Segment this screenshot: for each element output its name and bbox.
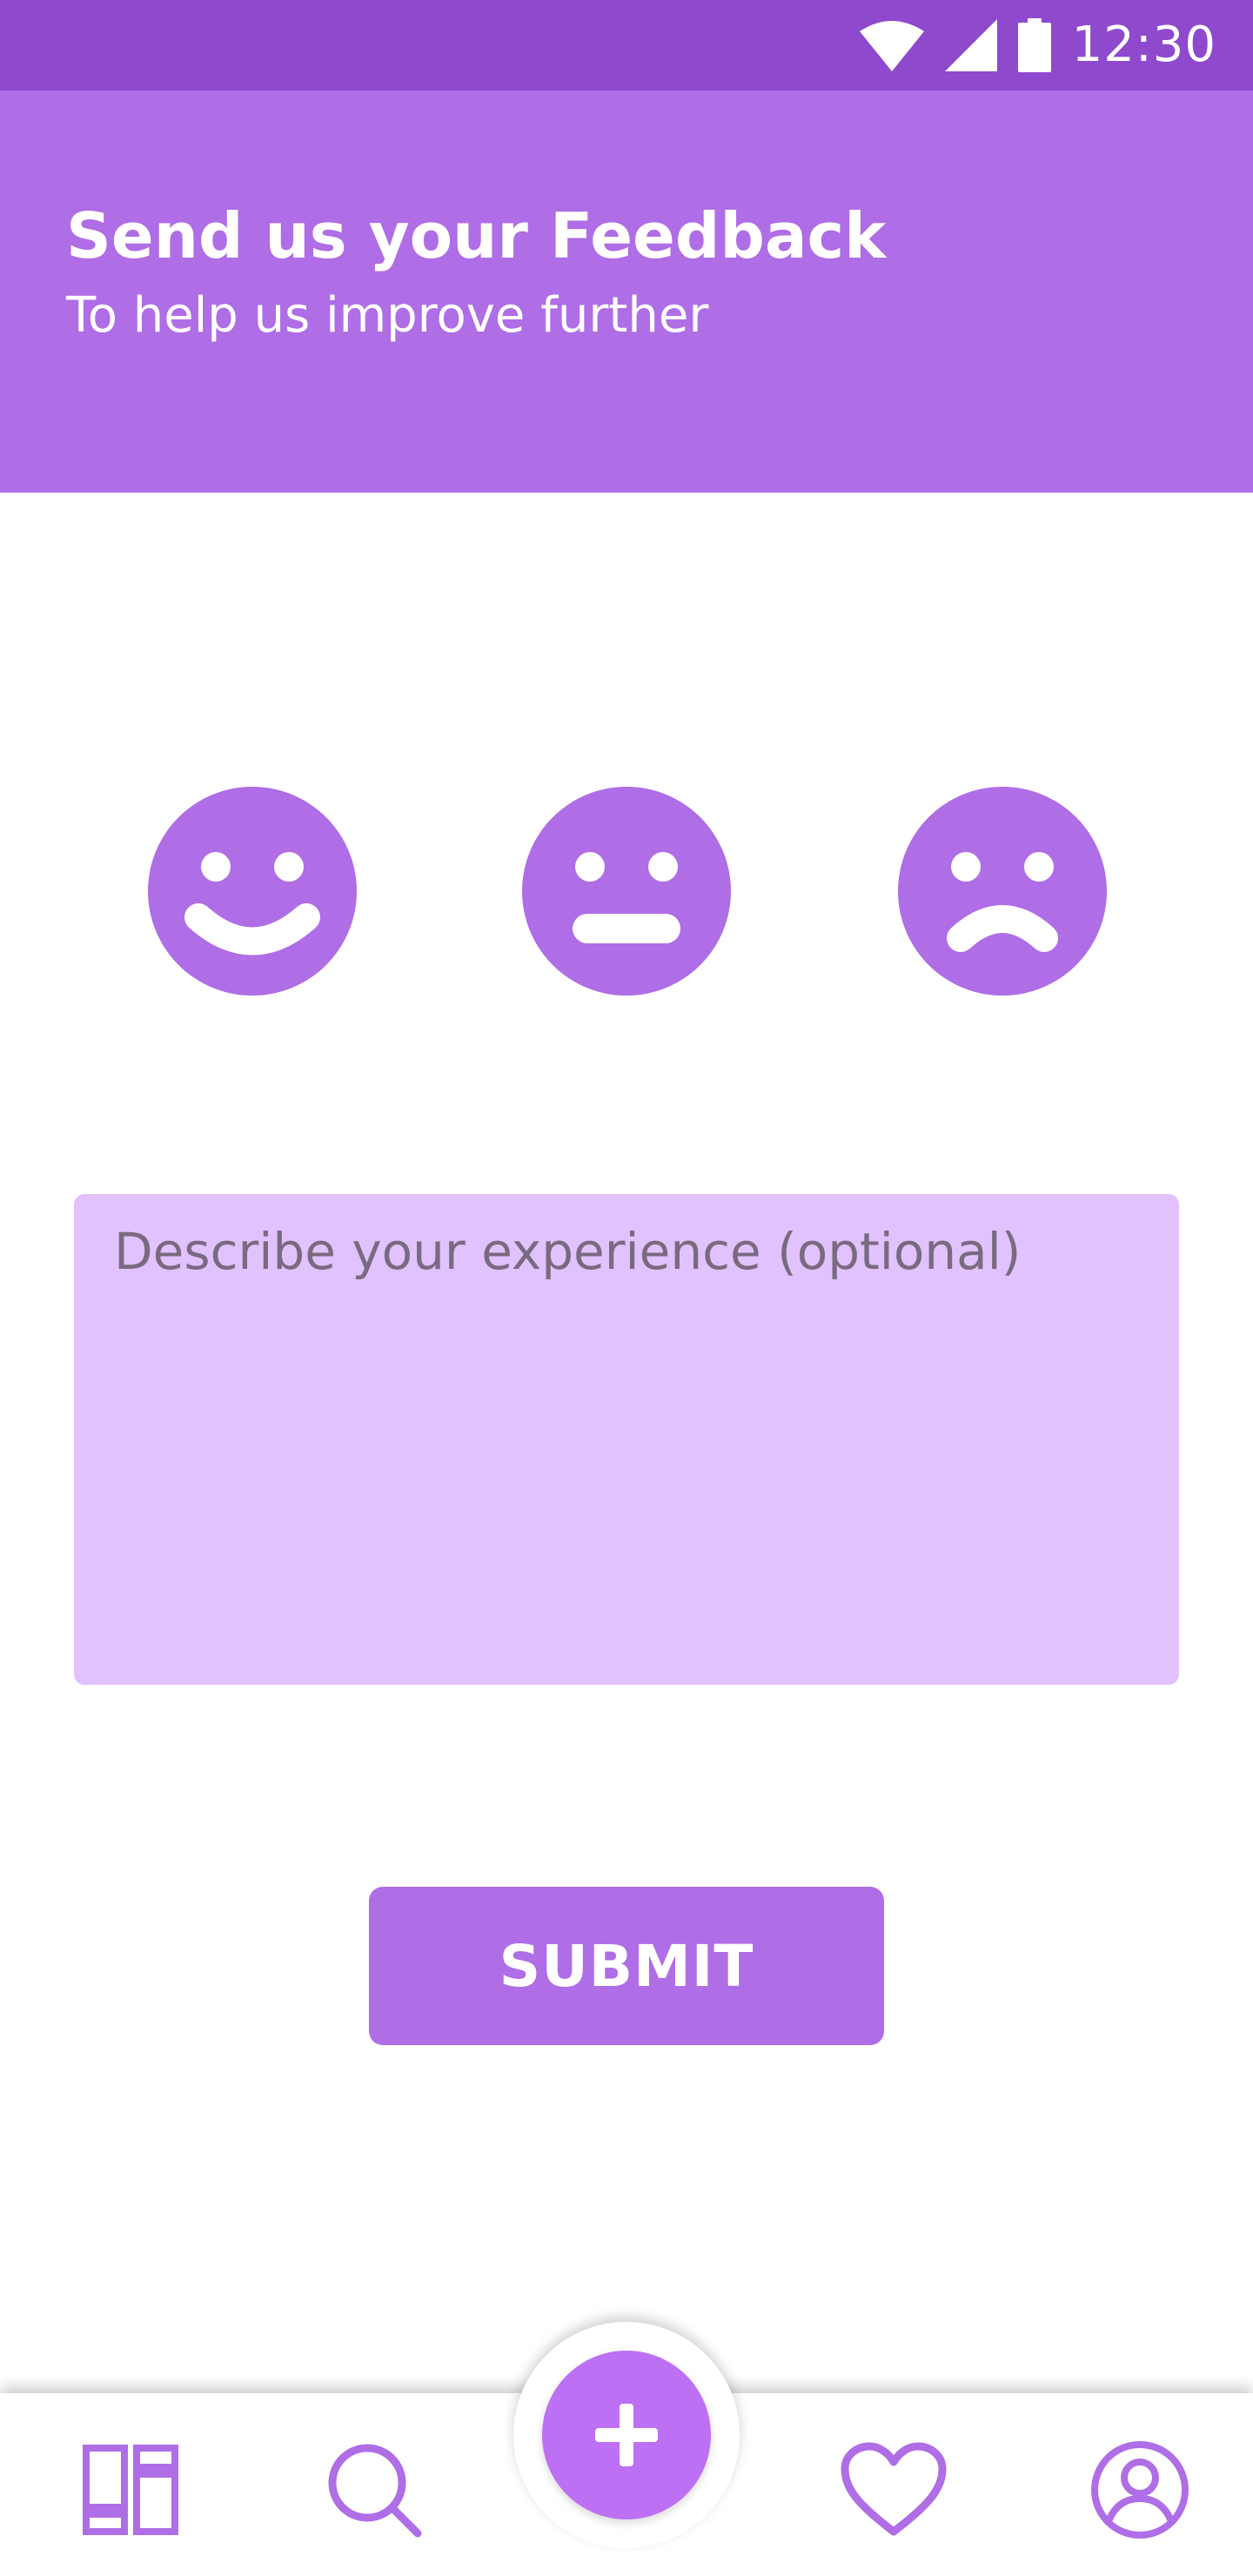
cellular-signal-icon	[944, 19, 997, 71]
sad-face-icon[interactable]	[898, 787, 1107, 996]
neutral-face-icon[interactable]	[522, 787, 731, 996]
search-icon	[328, 2444, 422, 2538]
nav-search[interactable]	[318, 2433, 431, 2546]
status-time: 12:30	[1071, 17, 1216, 73]
add-button[interactable]	[542, 2351, 711, 2519]
wifi-icon	[859, 21, 924, 71]
happy-face-icon[interactable]	[148, 787, 357, 996]
page-title: Send us your Feedback	[66, 199, 887, 272]
nav-dashboard[interactable]	[74, 2433, 187, 2546]
submit-button[interactable]: SUBMIT	[369, 1887, 884, 2045]
status-bar: 12:30	[0, 0, 1253, 91]
experience-input[interactable]	[74, 1194, 1179, 1685]
nav-profile[interactable]	[1083, 2433, 1196, 2546]
dashboard-icon	[83, 2445, 178, 2535]
page-subtitle: To help us improve further	[66, 287, 709, 344]
header: Send us your Feedback To help us improve…	[0, 91, 1253, 493]
nav-favorites[interactable]	[837, 2433, 950, 2546]
status-icons: 12:30	[859, 12, 1216, 78]
add-icon	[595, 2404, 658, 2466]
profile-icon	[1091, 2441, 1189, 2539]
battery-icon	[1017, 18, 1051, 72]
heart-icon	[841, 2442, 947, 2536]
